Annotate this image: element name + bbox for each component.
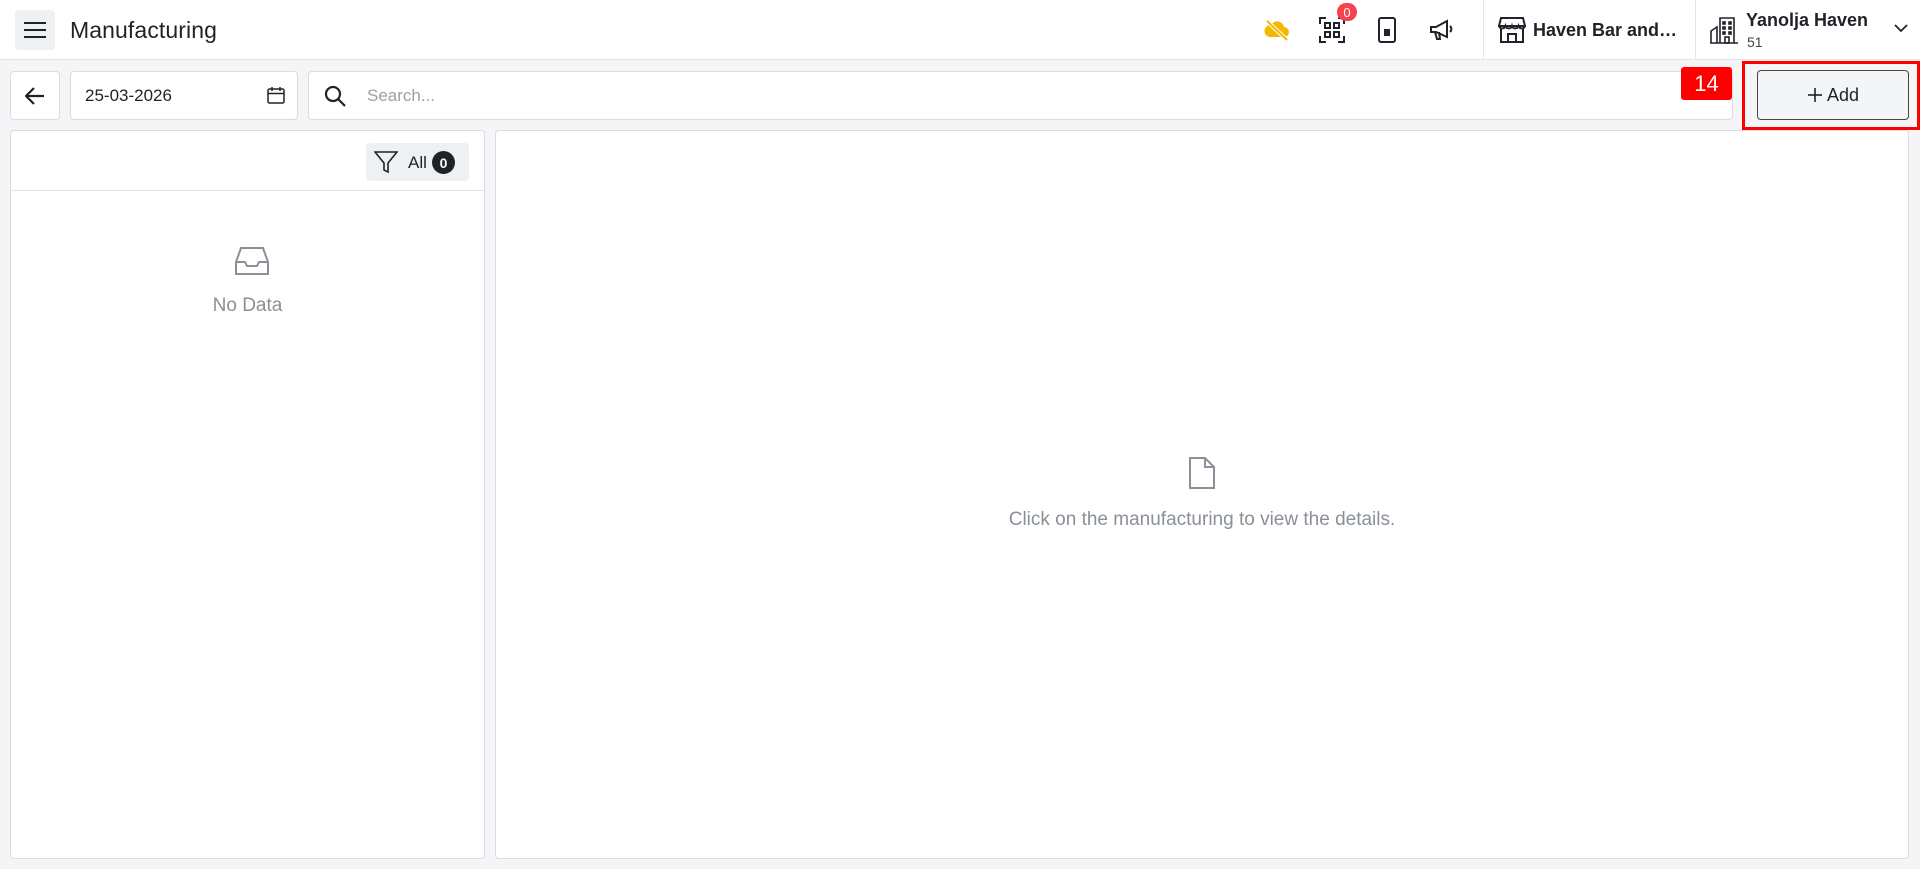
search-icon (324, 85, 346, 107)
sync-status-button[interactable] (1262, 15, 1292, 45)
plus-icon (1807, 88, 1822, 102)
manufacturing-list-panel: All 0 No Data (10, 130, 485, 859)
building-icon (1710, 17, 1738, 44)
megaphone-icon (1430, 19, 1453, 40)
organization-name: Yanolja Haven (1746, 10, 1869, 30)
menu-icon (24, 22, 46, 38)
arrow-left-icon (25, 86, 44, 105)
date-picker[interactable]: 25-03-2026 (70, 71, 298, 120)
filter-count-badge: 0 (432, 151, 455, 174)
announcements-button[interactable] (1427, 15, 1457, 45)
qr-count-badge: 0 (1337, 3, 1357, 21)
cloud-off-icon (1264, 19, 1289, 42)
empty-state-text: No Data (212, 295, 283, 316)
add-button[interactable]: Add (1757, 70, 1909, 120)
back-button[interactable] (10, 71, 60, 120)
filter-label: All (408, 153, 427, 172)
search-input[interactable] (367, 82, 1667, 110)
filter-icon (374, 151, 398, 174)
mobile-icon (1378, 17, 1396, 43)
annotation-label: 14 (1681, 67, 1732, 100)
detail-hint-text: Click on the manufacturing to view the d… (1008, 509, 1396, 530)
filter-row: All 0 (11, 131, 484, 191)
filter-button[interactable]: All 0 (366, 143, 469, 181)
date-value: 25-03-2026 (85, 86, 172, 105)
mobile-button[interactable] (1372, 15, 1402, 45)
inbox-icon (235, 247, 269, 275)
search-box (308, 71, 1733, 120)
qr-scan-icon (1319, 17, 1345, 43)
store-name: Haven Bar and Restaurant (1533, 20, 1678, 40)
store-icon (1498, 17, 1526, 43)
organization-id: 51 (1747, 34, 1763, 50)
add-button-label: Add (1826, 84, 1860, 105)
manufacturing-detail-panel: Click on the manufacturing to view the d… (495, 130, 1909, 859)
page-title: Manufacturing (70, 17, 218, 43)
chevron-down-icon (1894, 24, 1908, 33)
menu-button[interactable] (15, 10, 55, 50)
app-header: Manufacturing 0 Haven Bar and R Yanolja … (0, 0, 1920, 60)
calendar-icon[interactable] (267, 86, 285, 104)
document-icon (1189, 457, 1215, 489)
